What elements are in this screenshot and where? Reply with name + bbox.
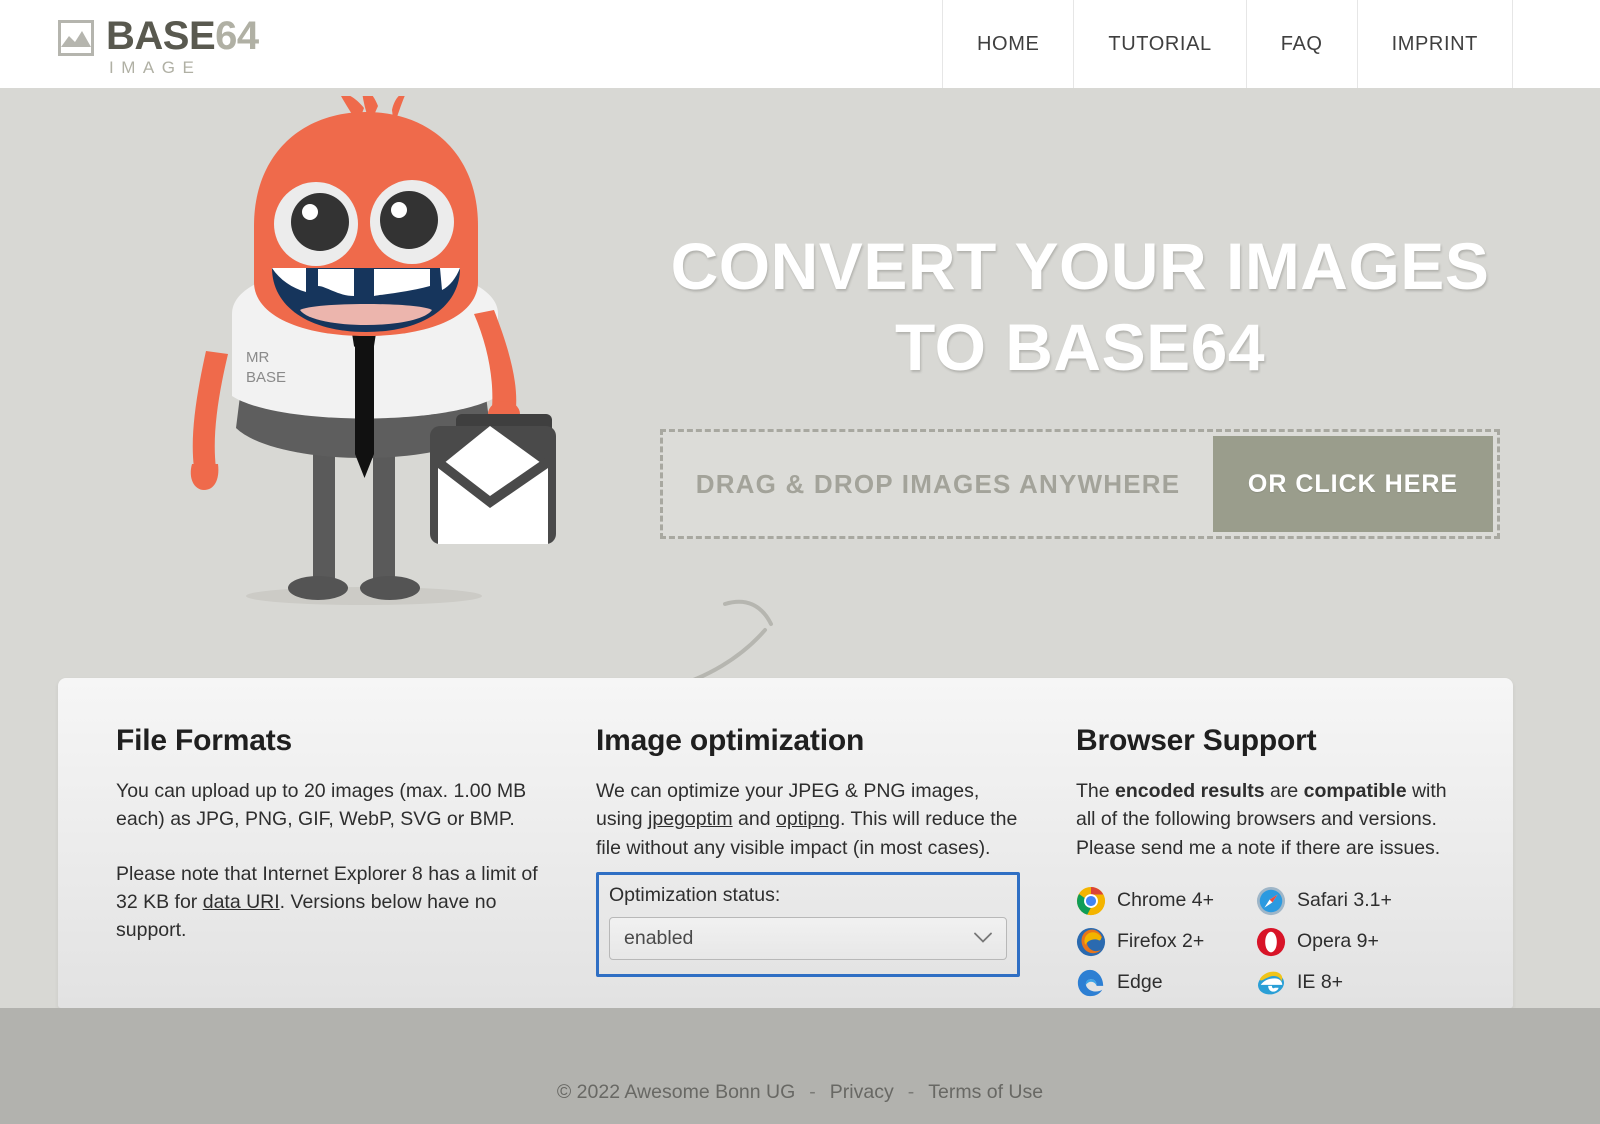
jpegoptim-link[interactable]: jpegoptim xyxy=(648,808,733,830)
safari-icon xyxy=(1256,886,1286,915)
browser-item-safari: Safari 3.1+ xyxy=(1256,886,1436,916)
file-formats-column: File Formats You can upload up to 20 ima… xyxy=(88,724,568,1008)
footer-separator-2: - xyxy=(907,1080,915,1103)
logo-subtitle: IMAGE xyxy=(109,58,202,77)
browser-label-opera: Opera 9+ xyxy=(1297,930,1379,953)
optimization-status-select[interactable]: enabled xyxy=(609,916,1007,960)
bs-p1a: The xyxy=(1076,780,1116,802)
file-formats-paragraph-1: You can upload up to 20 images (max. 1.0… xyxy=(116,780,527,831)
hero-content: CONVERT YOUR IMAGES TO BASE64 DRAG & DRO… xyxy=(660,88,1500,540)
image-frame-icon xyxy=(58,20,94,56)
nav-item-imprint[interactable]: IMPRINT xyxy=(1356,0,1513,88)
footer-separator-1: - xyxy=(809,1080,816,1103)
optimization-status-label: Optimization status: xyxy=(609,883,781,906)
footer-content: © 2022 Awesome Bonn UG - Privacy - Terms… xyxy=(557,1081,1043,1104)
bs-bold-1: encoded results xyxy=(1115,780,1265,802)
ie-icon xyxy=(1258,971,1284,995)
main-navigation: HOME TUTORIAL FAQ IMPRINT xyxy=(942,0,1513,102)
firefox-icon xyxy=(1076,927,1106,956)
browser-label-firefox: Firefox 2+ xyxy=(1117,930,1205,953)
logo-text: BASE64 IMAGE xyxy=(106,12,259,76)
data-uri-link[interactable]: data URI xyxy=(203,891,280,913)
nav-label-imprint: IMPRINT xyxy=(1391,32,1478,55)
bs-p1b: are xyxy=(1264,780,1304,802)
image-optimization-title: Image optimization xyxy=(596,724,865,757)
browser-label-chrome: Chrome 4+ xyxy=(1117,889,1215,912)
browser-item-opera: Opera 9+ xyxy=(1256,927,1436,957)
nav-label-home: HOME xyxy=(977,32,1040,55)
browser-label-ie: IE 8+ xyxy=(1297,971,1344,994)
bs-bold-2: compatible xyxy=(1303,780,1407,802)
optipng-link[interactable]: optipng xyxy=(776,808,840,830)
browser-item-ie: IE 8+ xyxy=(1256,968,1436,998)
browser-support-column: Browser Support The encoded results are … xyxy=(1048,724,1483,1008)
browser-item-edge: Edge xyxy=(1076,968,1256,998)
logo-word-64: 64 xyxy=(215,14,259,58)
mascot-shirt-text-2: BASE xyxy=(246,369,286,386)
nav-item-faq[interactable]: FAQ xyxy=(1245,0,1357,88)
site-footer: © 2022 Awesome Bonn UG - Privacy - Terms… xyxy=(0,1008,1600,1124)
footer-copyright: © 2022 Awesome Bonn UG xyxy=(556,1080,796,1103)
logo-word-base: BASE xyxy=(106,14,216,58)
browser-item-firefox: Firefox 2+ xyxy=(1076,927,1256,957)
nav-item-tutorial[interactable]: TUTORIAL xyxy=(1073,0,1245,88)
browser-support-paragraph: The encoded results are compatible with … xyxy=(1076,777,1455,862)
hero-title-line2: TO BASE64 xyxy=(894,309,1266,384)
io-p1b: and xyxy=(732,808,776,831)
image-optimization-column: Image optimization We can optimize your … xyxy=(568,724,1048,1008)
image-optimization-paragraph: We can optimize your JPEG & PNG images, … xyxy=(596,777,1020,862)
file-formats-title: File Formats xyxy=(116,724,292,757)
edge-icon xyxy=(1077,969,1104,996)
hero-title: CONVERT YOUR IMAGES TO BASE64 xyxy=(660,226,1500,387)
browser-list: Chrome 4+ Safari 3.1+ Firefox 2+ Opera 9… xyxy=(1076,886,1455,998)
file-formats-paragraph-2: Please note that Internet Explorer 8 has… xyxy=(116,860,540,945)
hero-title-line1: CONVERT YOUR IMAGES xyxy=(670,229,1490,303)
optimization-status-value: enabled xyxy=(624,926,694,949)
browser-item-chrome: Chrome 4+ xyxy=(1076,886,1256,916)
footer-terms-link[interactable]: Terms of Use xyxy=(928,1081,1043,1104)
browser-label-safari: Safari 3.1+ xyxy=(1297,889,1392,912)
or-click-here-button[interactable]: OR CLICK HERE xyxy=(1213,436,1493,533)
chevron-down-icon xyxy=(974,927,992,950)
opera-icon xyxy=(1256,927,1286,956)
chrome-icon xyxy=(1076,886,1106,915)
mr-base-mascot-illustration: MR BASE xyxy=(190,96,556,605)
hero-section: MR BASE CONVERT YOUR IMAGES TO BASE64 DR… xyxy=(0,88,1600,698)
browser-support-title: Browser Support xyxy=(1076,724,1317,757)
mascot-shirt-text-1: MR xyxy=(246,349,269,366)
footer-privacy-link[interactable]: Privacy xyxy=(830,1081,894,1104)
optimization-status-group: Optimization status: enabled xyxy=(596,871,1020,977)
browser-label-edge: Edge xyxy=(1117,971,1163,994)
nav-label-faq: FAQ xyxy=(1280,32,1323,55)
dropzone-label: DRAG & DROP IMAGES ANYWHERE xyxy=(695,468,1181,499)
nav-label-tutorial: TUTORIAL xyxy=(1108,32,1212,55)
info-card: File Formats You can upload up to 20 ima… xyxy=(58,678,1513,1008)
nav-item-home[interactable]: HOME xyxy=(942,0,1073,102)
site-logo[interactable]: BASE64 IMAGE xyxy=(58,12,259,76)
site-header: BASE64 IMAGE HOME TUTORIAL FAQ IMPRINT xyxy=(0,0,1600,102)
dropzone[interactable]: DRAG & DROP IMAGES ANYWHERE OR CLICK HER… xyxy=(660,429,1500,540)
